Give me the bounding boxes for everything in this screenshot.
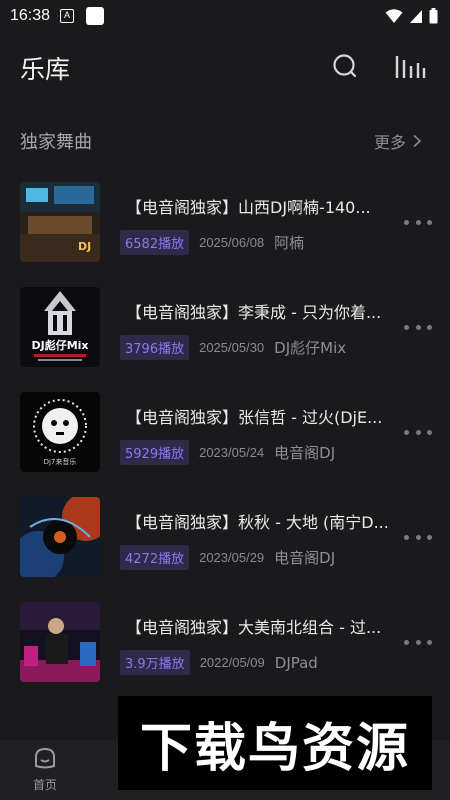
play-count-badge: 3.9万播放	[120, 650, 190, 675]
song-title: 【电音阁独家】大美南北组合 - 过...	[126, 618, 382, 637]
song-date: 2023/05/29	[199, 550, 265, 565]
watermark-text: 下载鸟资源	[139, 718, 410, 779]
equalizer-icon	[395, 56, 426, 78]
signal-icon	[410, 10, 422, 23]
notification-square-icon	[86, 7, 105, 25]
section-header: 独家舞曲 更多	[0, 122, 450, 158]
page-title: 乐库	[20, 55, 71, 84]
song-cover: DJ彪仔Mix	[20, 287, 100, 367]
cover-label: Dj7来音乐	[44, 457, 77, 466]
song-date: 2022/05/09	[199, 655, 265, 670]
play-count-badge: 3796播放	[120, 335, 190, 360]
song-item[interactable]: DJ 【电音阁独家】山西DJ啊楠-140... 6582播放 2025/06/0…	[0, 178, 450, 283]
song-artist: 电音阁DJ	[274, 549, 336, 567]
wifi-icon	[385, 9, 403, 23]
song-meta: 3.9万播放 2022/05/09 DJPad	[120, 650, 318, 675]
song-cover	[20, 497, 100, 577]
song-cover	[20, 602, 100, 682]
song-title: 【电音阁独家】山西DJ啊楠-140...	[126, 198, 371, 217]
home-icon	[35, 747, 55, 769]
song-item[interactable]: Dj7来音乐 【电音阁独家】张信哲 - 过火(DjE... 5929播放 202…	[0, 388, 450, 493]
song-artist: 电音阁DJ	[274, 444, 336, 462]
more-options-button[interactable]	[404, 216, 432, 228]
watermark-banner: 下载鸟资源	[118, 696, 432, 790]
play-count-badge: 4272播放	[120, 545, 190, 570]
more-options-button[interactable]	[404, 426, 432, 438]
song-item[interactable]: 【电音阁独家】大美南北组合 - 过... 3.9万播放 2022/05/09 D…	[0, 598, 450, 703]
song-artist: 阿楠	[274, 234, 305, 252]
section-title: 独家舞曲	[20, 132, 92, 153]
song-meta: 3796播放 2025/05/30 DJ彪仔Mix	[120, 335, 346, 360]
chevron-right-icon	[413, 134, 422, 148]
song-cover: DJ	[20, 182, 100, 262]
cover-label: DJ彪仔Mix	[31, 338, 88, 352]
song-list: DJ 【电音阁独家】山西DJ啊楠-140... 6582播放 2025/06/0…	[0, 178, 450, 703]
nav-home-tab[interactable]: 首页	[22, 746, 68, 796]
song-cover: Dj7来音乐	[20, 392, 100, 472]
play-count-badge: 6582播放	[120, 230, 190, 255]
cover-label: DJ	[78, 240, 91, 253]
song-date: 2023/05/24	[199, 445, 265, 460]
more-options-button[interactable]	[404, 636, 432, 648]
search-icon	[333, 54, 357, 78]
nav-home-label: 首页	[32, 778, 57, 792]
song-title: 【电音阁独家】张信哲 - 过火(DjE...	[126, 408, 383, 427]
app-header: 乐库	[0, 40, 450, 94]
status-time: 16:38	[10, 7, 51, 24]
song-meta: 6582播放 2025/06/08 阿楠	[120, 230, 304, 255]
song-date: 2025/05/30	[199, 340, 265, 355]
status-bar: 16:38 A	[0, 0, 450, 32]
song-item[interactable]: DJ彪仔Mix 【电音阁独家】李秉成 - 只为你着... 3796播放 2025…	[0, 283, 450, 388]
song-title: 【电音阁独家】秋秋 - 大地 (南宁D...	[126, 513, 389, 532]
song-date: 2025/06/08	[199, 235, 265, 250]
search-button[interactable]	[330, 52, 360, 82]
more-options-button[interactable]	[404, 321, 432, 333]
song-item[interactable]: 【电音阁独家】秋秋 - 大地 (南宁D... 4272播放 2023/05/29…	[0, 493, 450, 598]
more-label: 更多	[374, 133, 407, 152]
song-title: 【电音阁独家】李秉成 - 只为你着...	[126, 303, 382, 322]
app-notification-icon: A	[60, 9, 75, 23]
play-count-badge: 5929播放	[120, 440, 190, 465]
song-artist: DJ彪仔Mix	[274, 339, 347, 357]
battery-icon	[429, 8, 438, 24]
song-artist: DJPad	[274, 653, 318, 672]
song-meta: 4272播放 2023/05/29 电音阁DJ	[120, 545, 335, 570]
equalizer-button[interactable]	[393, 52, 427, 82]
more-link[interactable]: 更多	[374, 129, 422, 153]
song-meta: 5929播放 2023/05/24 电音阁DJ	[120, 440, 335, 465]
more-options-button[interactable]	[404, 531, 432, 543]
